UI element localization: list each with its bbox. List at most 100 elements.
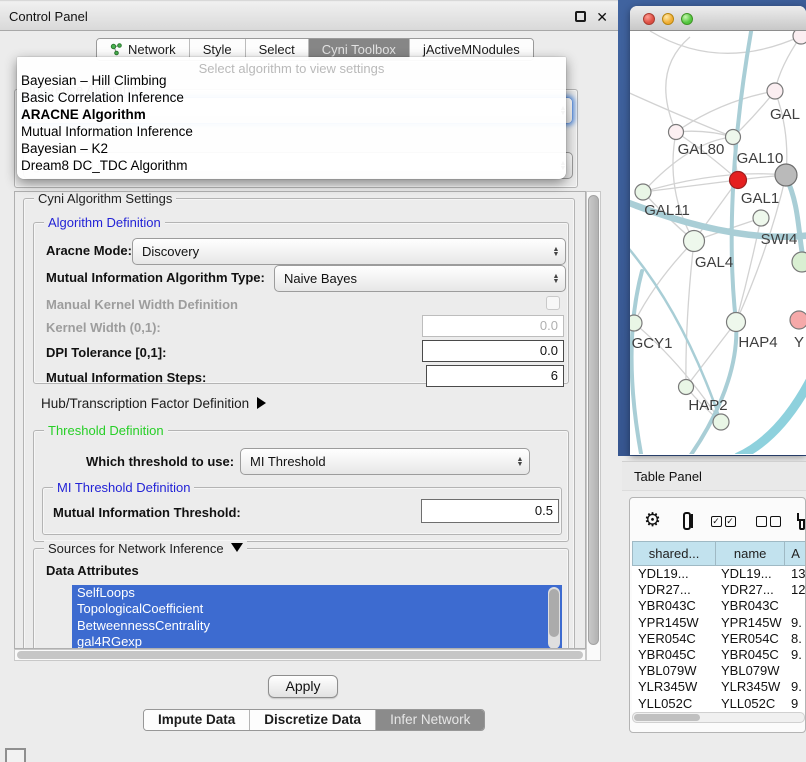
node-gcy1[interactable] (630, 315, 642, 331)
network-graph: GAL GAL80 GAL10 GAL1 GAL11 SWI4 GAL4 GCY… (630, 31, 806, 454)
node-hap4[interactable] (727, 313, 746, 332)
settings-vertical-scrollbar[interactable] (586, 191, 601, 661)
gear-icon[interactable]: ⚙ (644, 511, 661, 531)
column-header-shared-name[interactable]: shared... (632, 541, 716, 566)
tab-infer-network[interactable]: Infer Network (375, 710, 484, 730)
manual-kernel-checkbox[interactable] (546, 296, 560, 310)
mi-type-combobox[interactable]: Naive Bayes ▲▼ (274, 265, 566, 292)
kernel-width-field[interactable]: 0.0 (422, 315, 564, 337)
mi-threshold-group: MI Threshold Definition Mutual Informati… (42, 487, 562, 535)
minimize-traffic-light-icon[interactable] (662, 13, 674, 25)
algorithm-option[interactable]: Dream8 DC_TDC Algorithm (17, 157, 566, 174)
attribute-item-selected[interactable]: SelfLoops (72, 585, 562, 601)
columns-icon[interactable] (683, 512, 690, 530)
collapse-down-icon (231, 543, 243, 552)
network-node[interactable] (713, 414, 729, 430)
settings-horizontal-scrollbar[interactable] (14, 649, 586, 661)
combo-arrows-icon: ▲▼ (547, 247, 565, 257)
sources-group-title: Sources for Network Inference (44, 541, 247, 556)
cyni-settings-title: Cyni Algorithm Settings (34, 191, 176, 206)
node-salmon[interactable] (790, 311, 806, 329)
table-horizontal-scrollbar[interactable] (632, 712, 805, 723)
algorithm-option[interactable]: Basic Correlation Inference (17, 89, 566, 106)
mi-threshold-field[interactable]: 0.5 (421, 499, 559, 523)
node-gal80[interactable] (669, 125, 684, 140)
network-window-titlebar[interactable] (630, 6, 806, 31)
node-label-gal10: GAL10 (737, 150, 784, 167)
panel-title: Control Panel (9, 2, 88, 31)
node-gal4[interactable] (684, 231, 705, 252)
algorithm-dropdown-popup: Select algorithm to view settings Bayesi… (17, 57, 566, 179)
manual-kernel-label: Manual Kernel Width Definition (46, 297, 238, 312)
which-threshold-label: Which threshold to use: (86, 454, 234, 469)
control-panel: Control Panel ✕ Network Style Select Cyn… (0, 0, 618, 762)
node-hap2[interactable] (679, 380, 694, 395)
float-window-icon[interactable] (575, 11, 586, 22)
node-gray[interactable] (775, 164, 797, 186)
node-gal1-red[interactable] (730, 172, 747, 189)
which-threshold-combobox[interactable]: MI Threshold ▲▼ (240, 448, 530, 475)
export-table-icon[interactable] (799, 513, 805, 530)
close-traffic-light-icon[interactable] (643, 13, 655, 25)
table-row[interactable]: YBL079WYBL079W (632, 663, 806, 679)
network-node[interactable] (792, 252, 806, 272)
network-node[interactable] (793, 31, 806, 44)
column-header-name[interactable]: name (716, 541, 785, 566)
node-label-gcy1: GCY1 (632, 335, 673, 352)
bottom-tabbar: Impute Data Discretize Data Infer Networ… (143, 709, 485, 731)
select-all-columns-icon[interactable]: ✓✓ (711, 516, 736, 527)
mi-steps-label: Mutual Information Steps: (46, 370, 206, 385)
right-region: GAL GAL80 GAL10 GAL1 GAL11 SWI4 GAL4 GCY… (618, 0, 806, 762)
node-label-gal4: GAL4 (695, 254, 733, 271)
deselect-all-columns-icon[interactable] (756, 516, 781, 527)
algorithm-option[interactable]: Mutual Information Inference (17, 123, 566, 140)
tab-discretize-data[interactable]: Discretize Data (249, 710, 375, 730)
table-header-row: shared... name A (632, 541, 806, 566)
table-panel-titlebar: Table Panel (622, 461, 806, 491)
dpi-tolerance-field[interactable]: 0.0 (422, 340, 564, 362)
mi-threshold-label: Mutual Information Threshold: (53, 505, 241, 520)
table-row[interactable]: YLL052CYLL052C9 (632, 696, 806, 712)
apply-button[interactable]: Apply (268, 675, 338, 698)
node-swi4[interactable] (753, 210, 769, 226)
table-row[interactable]: YLR345WYLR345W9. (632, 679, 806, 695)
combo-arrows-icon: ▲▼ (511, 457, 529, 467)
attribute-item-selected[interactable]: BetweennessCentrality (72, 618, 562, 634)
table-row[interactable]: YBR045CYBR045C9. (632, 647, 806, 663)
mi-type-label: Mutual Information Algorithm Type: (46, 270, 265, 285)
threshold-definition-title: Threshold Definition (44, 423, 168, 438)
network-node[interactable] (767, 83, 783, 99)
node-label-hap2: HAP2 (688, 397, 727, 414)
node-gal11[interactable] (635, 184, 651, 200)
table-row[interactable]: YDL19...YDL19...13 (632, 566, 806, 582)
close-icon[interactable]: ✕ (596, 8, 608, 26)
node-gal10[interactable] (726, 130, 741, 145)
table-row[interactable]: YPR145WYPR145W9. (632, 615, 806, 631)
column-header-partial[interactable]: A (785, 541, 806, 566)
mi-threshold-title: MI Threshold Definition (53, 480, 194, 495)
network-icon (110, 43, 123, 56)
table-row[interactable]: YBR043CYBR043C (632, 598, 806, 614)
aracne-mode-combobox[interactable]: Discovery ▲▼ (132, 238, 566, 265)
sources-group: Sources for Network Inference Data Attri… (33, 548, 569, 649)
data-attributes-list: SelfLoops TopologicalCoefficient Between… (72, 585, 562, 649)
threshold-definition-group: Threshold Definition Which threshold to … (33, 430, 569, 542)
attribute-list-scrollbar[interactable] (548, 587, 560, 649)
combo-arrows-icon: ▲▼ (547, 274, 565, 284)
dpi-tolerance-label: DPI Tolerance [0,1]: (46, 345, 166, 360)
attribute-item-selected[interactable]: TopologicalCoefficient (72, 601, 562, 617)
node-label-swi4: SWI4 (761, 231, 798, 248)
node-label-gal1: GAL1 (741, 190, 779, 207)
tab-impute-data[interactable]: Impute Data (144, 710, 249, 730)
mi-steps-field[interactable]: 6 (426, 365, 564, 387)
table-row[interactable]: YER054CYER054C8. (632, 631, 806, 647)
algorithm-option[interactable]: Bayesian – K2 (17, 140, 566, 157)
attribute-item-selected[interactable]: gal4RGexp (72, 634, 562, 649)
algorithm-option-selected[interactable]: ARACNE Algorithm (17, 106, 566, 123)
table-toolbar: ⚙ ✓✓ (630, 504, 805, 538)
table-row[interactable]: YDR27...YDR27...12 (632, 582, 806, 598)
hub-definition-expander[interactable]: Hub/Transcription Factor Definition (41, 396, 266, 411)
zoom-traffic-light-icon[interactable] (681, 13, 693, 25)
dock-panel-icon[interactable] (5, 748, 26, 762)
network-canvas[interactable]: GAL GAL80 GAL10 GAL1 GAL11 SWI4 GAL4 GCY… (630, 31, 806, 454)
